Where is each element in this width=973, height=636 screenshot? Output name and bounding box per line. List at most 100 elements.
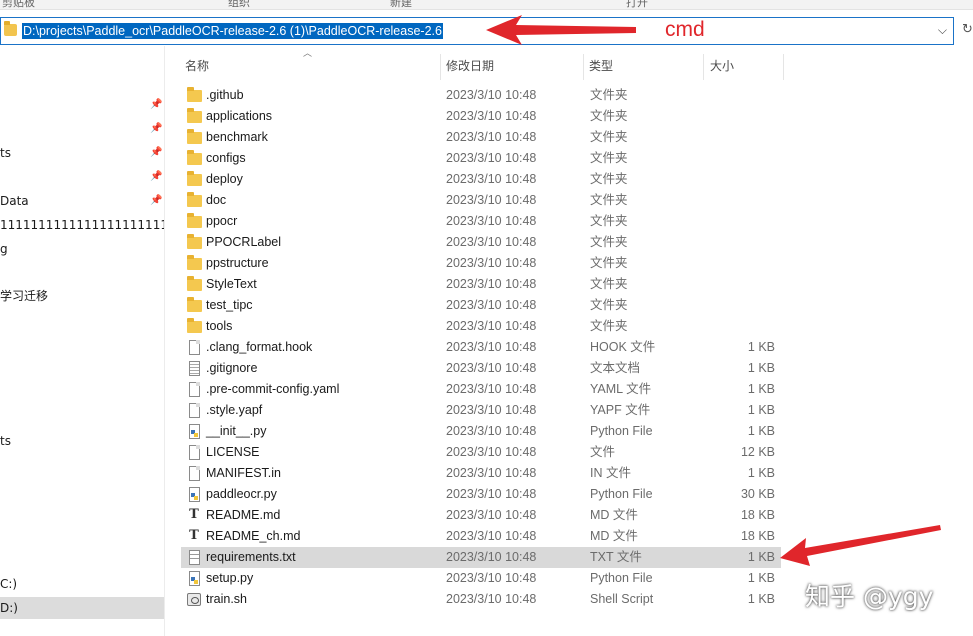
file-name: tools <box>206 319 233 333</box>
nav-item[interactable]: ts <box>0 142 164 164</box>
file-name: paddleocr.py <box>206 487 277 501</box>
file-row[interactable]: train.sh 2023/3/10 10:48 Shell Script 1 … <box>181 589 781 610</box>
file-name: README.md <box>206 508 281 522</box>
file-size: 1 KB <box>747 403 775 417</box>
pin-icon[interactable]: 📌 <box>150 171 162 182</box>
nav-item-drive-c[interactable]: C:) <box>0 573 164 595</box>
file-name: ppstructure <box>206 256 269 270</box>
file-name: .pre-commit-config.yaml <box>206 382 340 396</box>
python-file-icon <box>189 487 200 502</box>
column-name[interactable]: 名称 <box>185 54 209 78</box>
nav-item[interactable] <box>0 166 164 188</box>
file-type: Shell Script <box>590 592 654 606</box>
column-type[interactable]: 类型 <box>589 54 613 78</box>
file-row[interactable]: .gitignore 2023/3/10 10:48 文本文档 1 KB <box>181 358 781 379</box>
file-row[interactable]: paddleocr.py 2023/3/10 10:48 Python File… <box>181 484 781 505</box>
column-divider[interactable] <box>440 54 441 80</box>
python-file-icon <box>189 571 200 586</box>
file-row[interactable]: tools 2023/3/10 10:48 文件夹 <box>181 316 781 337</box>
address-path[interactable]: D:\projects\Paddle_ocr\PaddleOCR-release… <box>22 23 443 39</box>
navigation-pane: ts Data 11111111111111111111111111 g 学习迁… <box>0 46 165 636</box>
folder-icon <box>187 234 202 249</box>
pin-icon[interactable]: 📌 <box>150 195 162 206</box>
column-divider[interactable] <box>583 54 584 80</box>
chevron-down-icon[interactable]: ⌵ <box>938 23 947 38</box>
file-date: 2023/3/10 10:48 <box>446 592 537 606</box>
file-size: 1 KB <box>747 571 775 585</box>
file-size: 18 KB <box>740 508 775 522</box>
column-size[interactable]: 大小 <box>710 54 734 78</box>
file-row[interactable]: test_tipc 2023/3/10 10:48 文件夹 <box>181 295 781 316</box>
file-type: 文件夹 <box>590 298 628 312</box>
file-type: MD 文件 <box>590 508 638 522</box>
file-row[interactable]: LICENSE 2023/3/10 10:48 文件 12 KB <box>181 442 781 463</box>
file-size: 1 KB <box>747 382 775 396</box>
file-type: TXT 文件 <box>590 550 642 564</box>
file-type: IN 文件 <box>590 466 631 480</box>
file-row[interactable]: .github 2023/3/10 10:48 文件夹 <box>181 85 781 106</box>
pin-icon[interactable]: 📌 <box>150 123 162 134</box>
column-date[interactable]: 修改日期 <box>446 54 494 78</box>
file-type: Python File <box>590 487 653 501</box>
file-row[interactable]: __init__.py 2023/3/10 10:48 Python File … <box>181 421 781 442</box>
text-file-icon <box>189 550 200 565</box>
file-date: 2023/3/10 10:48 <box>446 214 537 228</box>
file-row[interactable]: MANIFEST.in 2023/3/10 10:48 IN 文件 1 KB <box>181 463 781 484</box>
file-name: setup.py <box>206 571 254 585</box>
ribbon-label: 新建 <box>390 0 412 9</box>
file-date: 2023/3/10 10:48 <box>446 88 537 102</box>
file-row[interactable]: .clang_format.hook 2023/3/10 10:48 HOOK … <box>181 337 781 358</box>
file-date: 2023/3/10 10:48 <box>446 361 537 375</box>
file-type: 文本文档 <box>590 361 641 375</box>
pin-icon[interactable]: 📌 <box>150 99 162 110</box>
folder-icon <box>187 192 202 207</box>
nav-item[interactable]: ts <box>0 430 164 452</box>
file-row[interactable]: StyleText 2023/3/10 10:48 文件夹 <box>181 274 781 295</box>
file-size: 1 KB <box>747 424 775 438</box>
file-name: LICENSE <box>206 445 260 459</box>
column-divider[interactable] <box>703 54 704 80</box>
file-row[interactable]: PPOCRLabel 2023/3/10 10:48 文件夹 <box>181 232 781 253</box>
file-row[interactable]: .pre-commit-config.yaml 2023/3/10 10:48 … <box>181 379 781 400</box>
nav-item-drive-d[interactable]: D:) <box>0 597 164 619</box>
file-name: deploy <box>206 172 243 186</box>
file-row[interactable]: .style.yapf 2023/3/10 10:48 YAPF 文件 1 KB <box>181 400 781 421</box>
nav-item[interactable]: Data <box>0 190 164 212</box>
file-date: 2023/3/10 10:48 <box>446 487 537 501</box>
file-row[interactable]: T README.md 2023/3/10 10:48 MD 文件 18 KB <box>181 505 781 526</box>
nav-item[interactable]: 学习迁移 <box>0 285 164 307</box>
file-date: 2023/3/10 10:48 <box>446 382 537 396</box>
column-divider[interactable] <box>783 54 784 80</box>
file-row[interactable]: ppstructure 2023/3/10 10:48 文件夹 <box>181 253 781 274</box>
file-row[interactable]: T README_ch.md 2023/3/10 10:48 MD 文件 18 … <box>181 526 781 547</box>
file-date: 2023/3/10 10:48 <box>446 277 537 291</box>
refresh-icon[interactable]: ↻ <box>962 22 973 37</box>
file-row[interactable]: benchmark 2023/3/10 10:48 文件夹 <box>181 127 781 148</box>
file-name: ppocr <box>206 214 238 228</box>
file-type: 文件夹 <box>590 193 628 207</box>
file-row[interactable]: applications 2023/3/10 10:48 文件夹 <box>181 106 781 127</box>
text-document-icon <box>189 361 200 376</box>
file-size: 18 KB <box>740 529 775 543</box>
folder-icon <box>187 87 202 102</box>
address-bar[interactable]: D:\projects\Paddle_ocr\PaddleOCR-release… <box>0 17 954 45</box>
ribbon-label: 打开 <box>626 0 648 9</box>
file-name: requirements.txt <box>206 550 296 564</box>
file-row[interactable]: configs 2023/3/10 10:48 文件夹 <box>181 148 781 169</box>
file-row[interactable]: doc 2023/3/10 10:48 文件夹 <box>181 190 781 211</box>
file-row-highlighted[interactable]: requirements.txt 2023/3/10 10:48 TXT 文件 … <box>181 547 781 568</box>
folder-icon <box>187 276 202 291</box>
file-row[interactable]: ppocr 2023/3/10 10:48 文件夹 <box>181 211 781 232</box>
file-name: train.sh <box>206 592 247 606</box>
nav-item[interactable]: 11111111111111111111111111 <box>0 214 164 236</box>
file-row[interactable]: deploy 2023/3/10 10:48 文件夹 <box>181 169 781 190</box>
file-date: 2023/3/10 10:48 <box>446 109 537 123</box>
file-name: __init__.py <box>206 424 267 438</box>
arrow-to-requirements <box>780 525 941 566</box>
file-row[interactable]: setup.py 2023/3/10 10:48 Python File 1 K… <box>181 568 781 589</box>
nav-item[interactable] <box>0 94 164 116</box>
folder-icon <box>187 108 202 123</box>
nav-item[interactable]: g <box>0 238 164 260</box>
file-icon <box>189 340 200 355</box>
pin-icon[interactable]: 📌 <box>150 147 162 158</box>
